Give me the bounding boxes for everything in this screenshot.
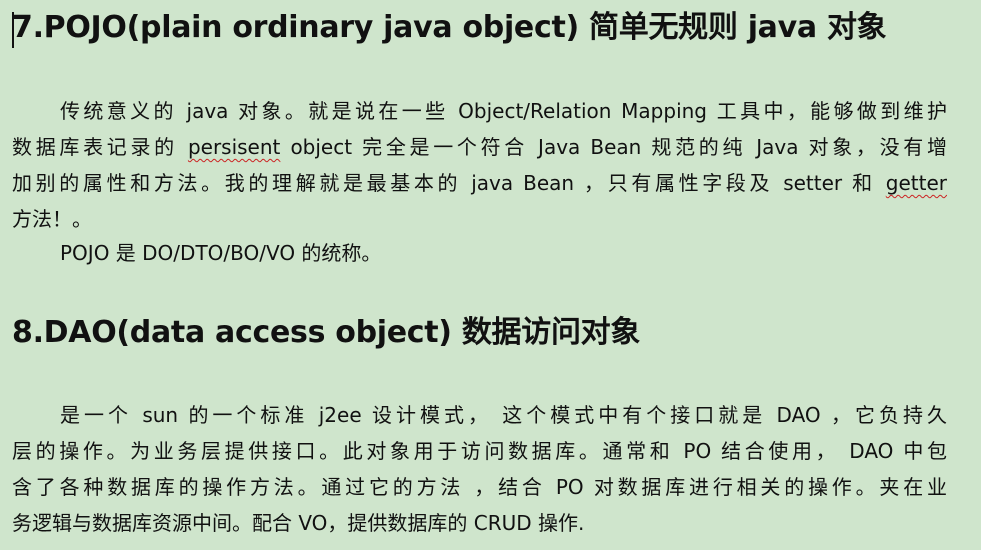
- dao-line-3: 含了各种数据库的操作方法。通过它的方法 ，结合 PO 对数据库进行相关的操作。夹…: [12, 475, 947, 499]
- pojo-line-3-start: 加别的属性和方法。我的理解就是最基本的 java Bean ，只有属性字段及 s…: [12, 171, 886, 195]
- pojo-line-1: 传统意义的 java 对象。就是说在一些 Object/Relation Map…: [60, 99, 947, 123]
- pojo-line-2-end: object 完全是一个符合 Java Bean 规范的纯 Java 对象，没有…: [280, 135, 947, 159]
- dao-line-1: 是一个 sun 的一个标准 j2ee 设计模式， 这个模式中有个接口就是 DAO…: [60, 403, 947, 427]
- dao-line-4: 务逻辑与数据库资源中间。配合 VO，提供数据库的 CRUD 操作.: [12, 511, 585, 535]
- pojo-line-4: 方法！。: [12, 207, 92, 231]
- pojo-line-2-start: 数据库表记录的: [12, 135, 188, 159]
- pojo-summary-paragraph: POJO 是 DO/DTO/BO/VO 的统称。: [12, 235, 947, 271]
- pojo-summary-line: POJO 是 DO/DTO/BO/VO 的统称。: [60, 241, 382, 265]
- document-page: 7.POJO(plain ordinary java object) 简单无规则…: [0, 0, 981, 550]
- misspelled-word-persisent: persisent: [187, 135, 281, 159]
- section-7-heading: 7.POJO(plain ordinary java object) 简单无规则…: [12, 10, 887, 45]
- pojo-line-2: 数据库表记录的 persisent object 完全是一个符合 Java Be…: [12, 129, 947, 165]
- dao-line-2: 层的操作。为业务层提供接口。此对象用于访问数据库。通常和 PO 结合使用， DA…: [12, 439, 947, 463]
- section-8-heading: 8.DAO(data access object) 数据访问对象: [12, 315, 641, 350]
- misspelled-word-getter: getter: [885, 171, 947, 195]
- pojo-description-paragraph: 传统意义的 java 对象。就是说在一些 Object/Relation Map…: [12, 93, 947, 237]
- pojo-line-3: 加别的属性和方法。我的理解就是最基本的 java Bean ，只有属性字段及 s…: [12, 165, 947, 201]
- dao-description-paragraph: 是一个 sun 的一个标准 j2ee 设计模式， 这个模式中有个接口就是 DAO…: [12, 397, 947, 541]
